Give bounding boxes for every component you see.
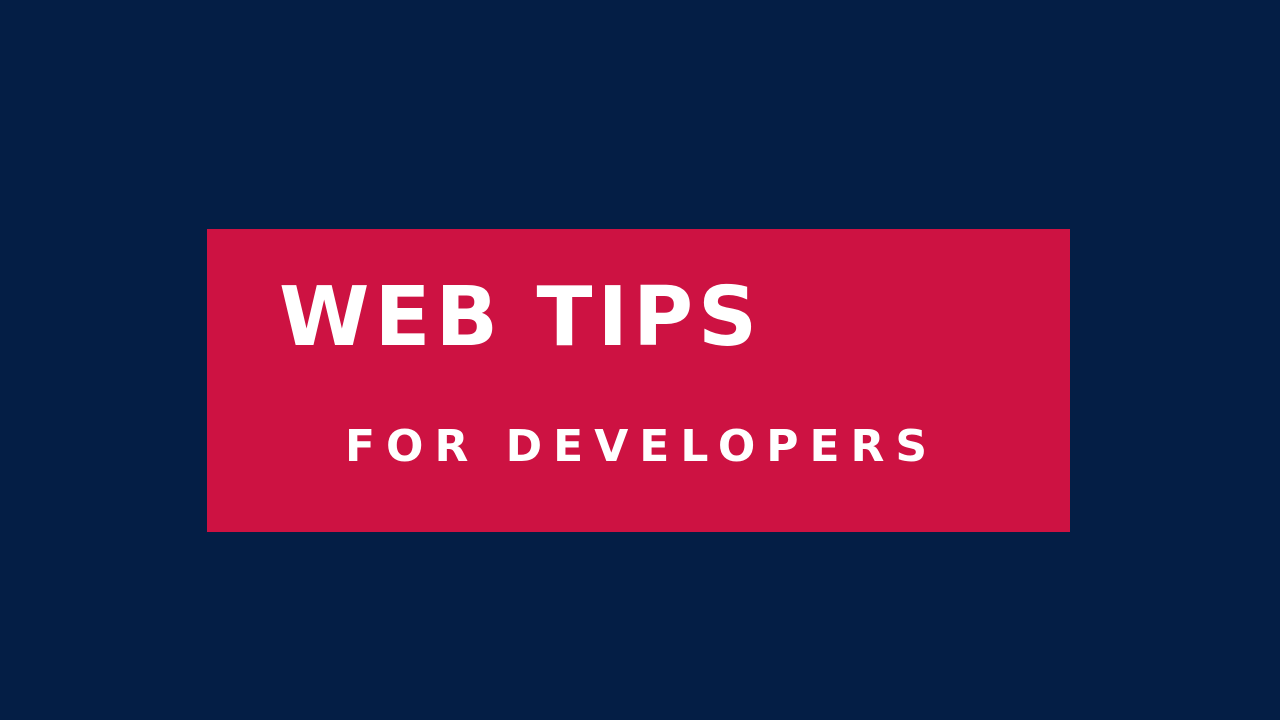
title-banner: WEB TIPS FOR DEVELOPERS (207, 229, 1070, 532)
page: { "banner": { "headline": "WEB TIPS", "s… (0, 0, 1280, 720)
subline: FOR DEVELOPERS (345, 421, 939, 472)
headline: WEB TIPS (279, 270, 763, 365)
